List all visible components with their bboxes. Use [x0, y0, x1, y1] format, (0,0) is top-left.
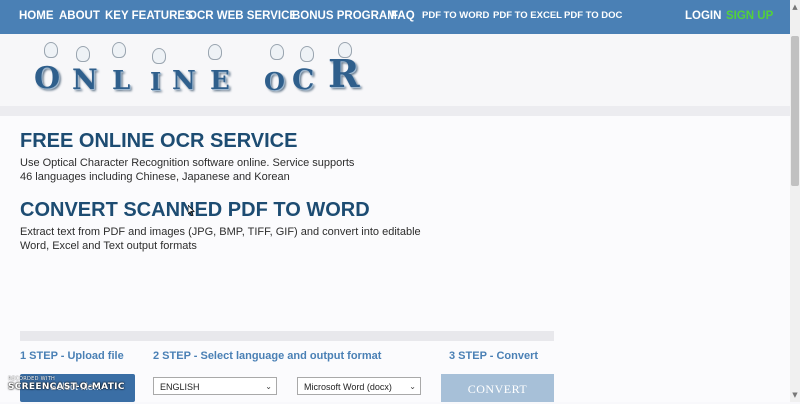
bulb-icon [44, 42, 58, 58]
scroll-down-icon[interactable]: ▼ [790, 390, 800, 400]
intro-description: Use Optical Character Recognition softwa… [20, 157, 440, 184]
scroll-up-icon[interactable]: ▲ [790, 2, 800, 12]
nav-about[interactable]: ABOUT [59, 0, 100, 34]
bulb-icon [152, 48, 166, 64]
step-1-label: 1 STEP - Upload file [20, 350, 124, 362]
step-2-label: 2 STEP - Select language and output form… [153, 350, 382, 362]
nav-pdf-to-excel[interactable]: PDF TO EXCEL [493, 0, 562, 34]
bulb-icon [270, 44, 284, 60]
logo-letter: E [210, 66, 230, 96]
top-navigation: HOME ABOUT KEY FEATURES OCR WEB SERVICE … [0, 0, 790, 34]
nav-ocr-web-service[interactable]: OCR WEB SERVICE [188, 0, 297, 34]
convert-line-1: Extract text from PDF and images (JPG, B… [20, 226, 421, 238]
header-divider [0, 106, 790, 116]
convert-line-2: Word, Excel and Text output formats [20, 239, 197, 252]
nav-pdf-to-doc[interactable]: PDF TO DOC [564, 0, 622, 34]
online-ocr-logo[interactable]: O N L I N E O C R [32, 40, 362, 102]
nav-bonus-program[interactable]: BONUS PROGRAM [292, 0, 397, 34]
mouse-cursor-icon [188, 205, 195, 216]
intro-line-1: Use Optical Character Recognition softwa… [20, 157, 355, 169]
language-select-value: ENGLISH [160, 382, 200, 392]
step-3-label: 3 STEP - Convert [449, 350, 539, 362]
page-scrollbar[interactable]: ▲ ▼ [790, 0, 800, 402]
nav-home[interactable]: HOME [19, 0, 54, 34]
format-select-value: Microsoft Word (docx) [304, 382, 392, 392]
convert-button[interactable]: CONVERT [441, 374, 554, 402]
bulb-icon [112, 42, 126, 58]
nav-faq[interactable]: FAQ [391, 0, 415, 34]
login-link[interactable]: LOGIN [685, 0, 721, 34]
logo-letter: N [172, 66, 196, 96]
bulb-icon [300, 46, 314, 62]
nav-key-features[interactable]: KEY FEATURES [105, 0, 193, 34]
site-header: O N L I N E O C R [0, 34, 790, 106]
output-format-select[interactable]: Microsoft Word (docx) ⌄ [297, 377, 421, 395]
scroll-thumb[interactable] [791, 36, 799, 186]
signup-link[interactable]: SIGN UP [726, 0, 773, 34]
bulb-icon [208, 44, 222, 60]
recording-watermark: RECORDED WITH SCREENCAST-O-MATIC [8, 376, 125, 392]
convert-description: Extract text from PDF and images (JPG, B… [20, 226, 440, 253]
chevron-down-icon: ⌄ [409, 382, 416, 391]
logo-letter: N [72, 63, 98, 96]
steps-divider [20, 331, 554, 341]
page-title: FREE ONLINE OCR SERVICE [20, 130, 298, 152]
intro-line-2: 46 languages including Chinese, Japanese… [20, 170, 290, 183]
logo-letter: O [34, 61, 61, 96]
logo-letter: R [328, 51, 360, 96]
chevron-down-icon: ⌄ [265, 382, 272, 391]
bulb-icon [76, 46, 90, 62]
logo-letter: L [112, 66, 131, 96]
nav-pdf-to-word[interactable]: PDF TO WORD [422, 0, 489, 34]
language-select[interactable]: ENGLISH ⌄ [153, 377, 277, 395]
logo-letter: I [150, 67, 162, 96]
watermark-line-2: SCREENCAST-O-MATIC [8, 382, 125, 392]
logo-letter: O [264, 67, 285, 96]
logo-letter: C [292, 63, 315, 96]
